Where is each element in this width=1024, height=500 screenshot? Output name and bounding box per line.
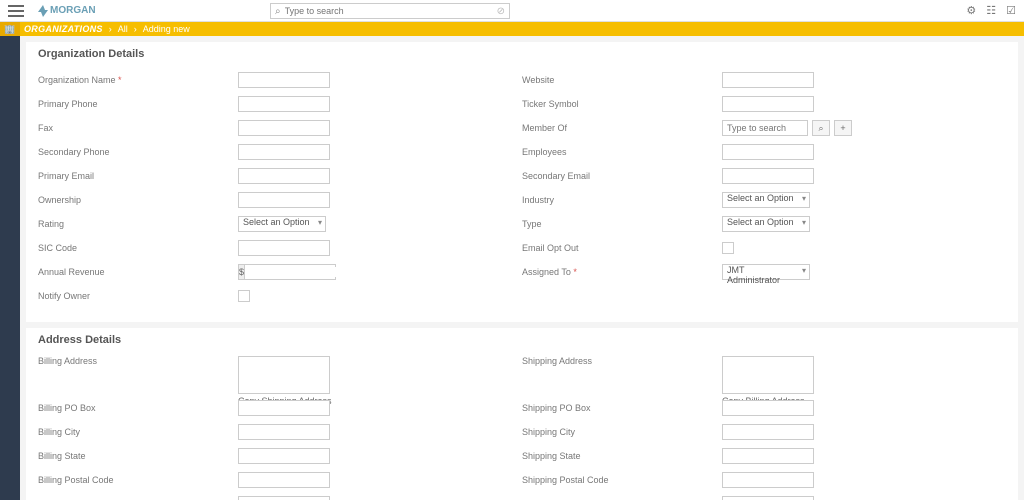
breadcrumb-all[interactable]: All <box>118 24 128 34</box>
shipping-country-input[interactable] <box>722 496 814 500</box>
main-menu-button[interactable] <box>8 0 32 22</box>
website-input[interactable] <box>722 72 814 88</box>
type-label: Type <box>522 219 722 229</box>
billing-address-input[interactable] <box>238 356 330 394</box>
member-search-button[interactable]: ⌕ <box>812 120 830 136</box>
type-select[interactable]: Select an Option <box>722 216 810 232</box>
member-of-input[interactable] <box>722 120 808 136</box>
sic-input[interactable] <box>238 240 330 256</box>
search-icon: ⌕ <box>275 6 281 17</box>
primary-email-label: Primary Email <box>38 171 238 181</box>
shipping-po-label: Shipping PO Box <box>522 403 722 413</box>
shipping-city-input[interactable] <box>722 424 814 440</box>
primary-phone-label: Primary Phone <box>38 99 238 109</box>
shipping-city-label: Shipping City <box>522 427 722 437</box>
shipping-address-input[interactable] <box>722 356 814 394</box>
annual-revenue-label: Annual Revenue <box>38 267 238 277</box>
shipping-postal-label: Shipping Postal Code <box>522 475 722 485</box>
section-title: Address Details <box>38 334 1006 346</box>
checklist-icon[interactable]: ☑ <box>1006 4 1016 17</box>
billing-city-label: Billing City <box>38 427 238 437</box>
breadcrumb-current: Adding new <box>143 24 190 34</box>
billing-state-input[interactable] <box>238 448 330 464</box>
clear-search-icon[interactable]: ⊘ <box>497 6 505 17</box>
side-rail <box>0 36 20 500</box>
primary-email-input[interactable] <box>238 168 330 184</box>
billing-city-input[interactable] <box>238 424 330 440</box>
breadcrumb: 🏢 ORGANIZATIONS › All › Adding new <box>0 22 1024 36</box>
org-name-label: Organization Name <box>38 75 238 85</box>
rating-label: Rating <box>38 219 238 229</box>
organization-details-section: Organization Details Organization Name P… <box>26 42 1018 322</box>
plus-icon: + <box>840 123 845 133</box>
shipping-state-input[interactable] <box>722 448 814 464</box>
shipping-po-input[interactable] <box>722 400 814 416</box>
fax-input[interactable] <box>238 120 330 136</box>
ownership-label: Ownership <box>38 195 238 205</box>
secondary-phone-input[interactable] <box>238 144 330 160</box>
member-of-label: Member Of <box>522 123 722 133</box>
logo: MORGAN <box>38 5 96 17</box>
page-title: Organization Details <box>38 48 1006 60</box>
sic-label: SIC Code <box>38 243 238 253</box>
annual-revenue-input[interactable]: $ <box>238 264 336 280</box>
shipping-state-label: Shipping State <box>522 451 722 461</box>
rating-select[interactable]: Select an Option <box>238 216 326 232</box>
search-input[interactable] <box>285 6 497 16</box>
website-label: Website <box>522 75 722 85</box>
industry-label: Industry <box>522 195 722 205</box>
assigned-to-select[interactable]: JMT Administrator <box>722 264 810 280</box>
billing-country-input[interactable] <box>238 496 330 500</box>
org-name-input[interactable] <box>238 72 330 88</box>
billing-postal-input[interactable] <box>238 472 330 488</box>
shipping-address-label: Shipping Address <box>522 356 722 366</box>
billing-state-label: Billing State <box>38 451 238 461</box>
logo-text: MORGAN <box>50 5 96 16</box>
address-details-section: Address Details Billing Address Copy Shi… <box>26 328 1018 500</box>
industry-select[interactable]: Select an Option <box>722 192 810 208</box>
billing-address-label: Billing Address <box>38 356 238 366</box>
email-opt-checkbox[interactable] <box>722 242 734 254</box>
notify-owner-checkbox[interactable] <box>238 290 250 302</box>
shipping-postal-input[interactable] <box>722 472 814 488</box>
billing-postal-label: Billing Postal Code <box>38 475 238 485</box>
employees-input[interactable] <box>722 144 814 160</box>
billing-po-input[interactable] <box>238 400 330 416</box>
ticker-label: Ticker Symbol <box>522 99 722 109</box>
employees-label: Employees <box>522 147 722 157</box>
ownership-input[interactable] <box>238 192 330 208</box>
billing-po-label: Billing PO Box <box>38 403 238 413</box>
calendar-icon[interactable]: ☷ <box>986 4 996 17</box>
breadcrumb-module[interactable]: ORGANIZATIONS <box>24 24 103 34</box>
fax-label: Fax <box>38 123 238 133</box>
secondary-email-label: Secondary Email <box>522 171 722 181</box>
secondary-phone-label: Secondary Phone <box>38 147 238 157</box>
ticker-input[interactable] <box>722 96 814 112</box>
primary-phone-input[interactable] <box>238 96 330 112</box>
assigned-to-label: Assigned To <box>522 267 722 277</box>
secondary-email-input[interactable] <box>722 168 814 184</box>
member-add-button[interactable]: + <box>834 120 852 136</box>
gear-icon[interactable]: ⚙ <box>966 4 976 17</box>
email-opt-label: Email Opt Out <box>522 243 722 253</box>
global-search[interactable]: ⌕ ⊘ <box>270 3 510 19</box>
module-icon[interactable]: 🏢 <box>0 22 20 36</box>
search-icon: ⌕ <box>818 123 823 134</box>
notify-owner-label: Notify Owner <box>38 291 238 301</box>
